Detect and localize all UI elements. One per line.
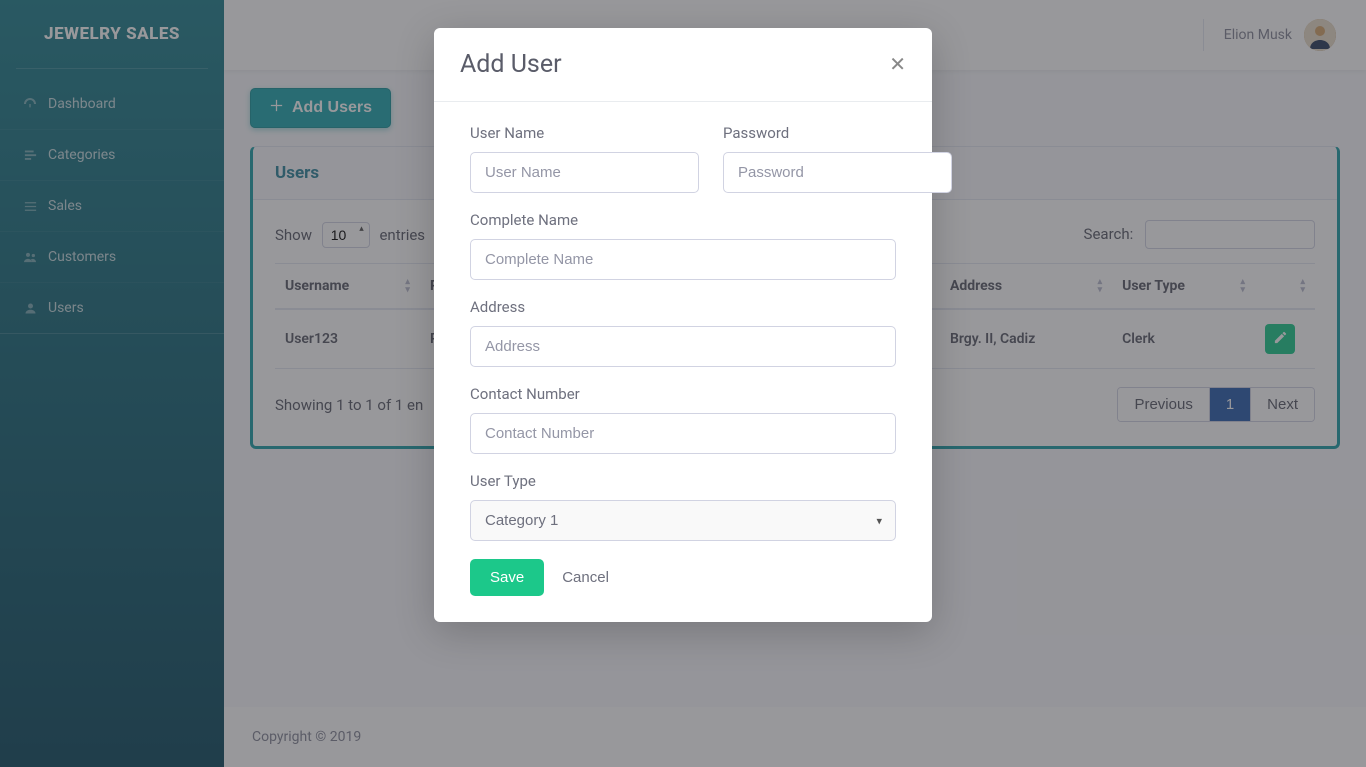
complete-name-input[interactable] [470,239,896,280]
contact-input[interactable] [470,413,896,454]
address-input[interactable] [470,326,896,367]
save-button[interactable]: Save [470,559,544,596]
modal-title: Add User [460,50,562,79]
add-user-modal: Add User ✕ User Name Password Complete N… [434,28,932,622]
username-input[interactable] [470,152,699,193]
password-input[interactable] [723,152,952,193]
modal-actions: Save Cancel [470,559,896,596]
contact-label: Contact Number [470,385,896,403]
close-icon: ✕ [889,54,906,76]
password-label: Password [723,124,952,142]
address-label: Address [470,298,896,316]
complete-name-label: Complete Name [470,211,896,229]
close-button[interactable]: ✕ [889,52,906,77]
modal-header: Add User ✕ [434,28,932,102]
username-label: User Name [470,124,699,142]
modal-body: User Name Password Complete Name Address… [434,102,932,622]
cancel-button[interactable]: Cancel [562,569,609,586]
user-type-label: User Type [470,472,896,490]
user-type-select[interactable]: Category 1 [470,500,896,541]
